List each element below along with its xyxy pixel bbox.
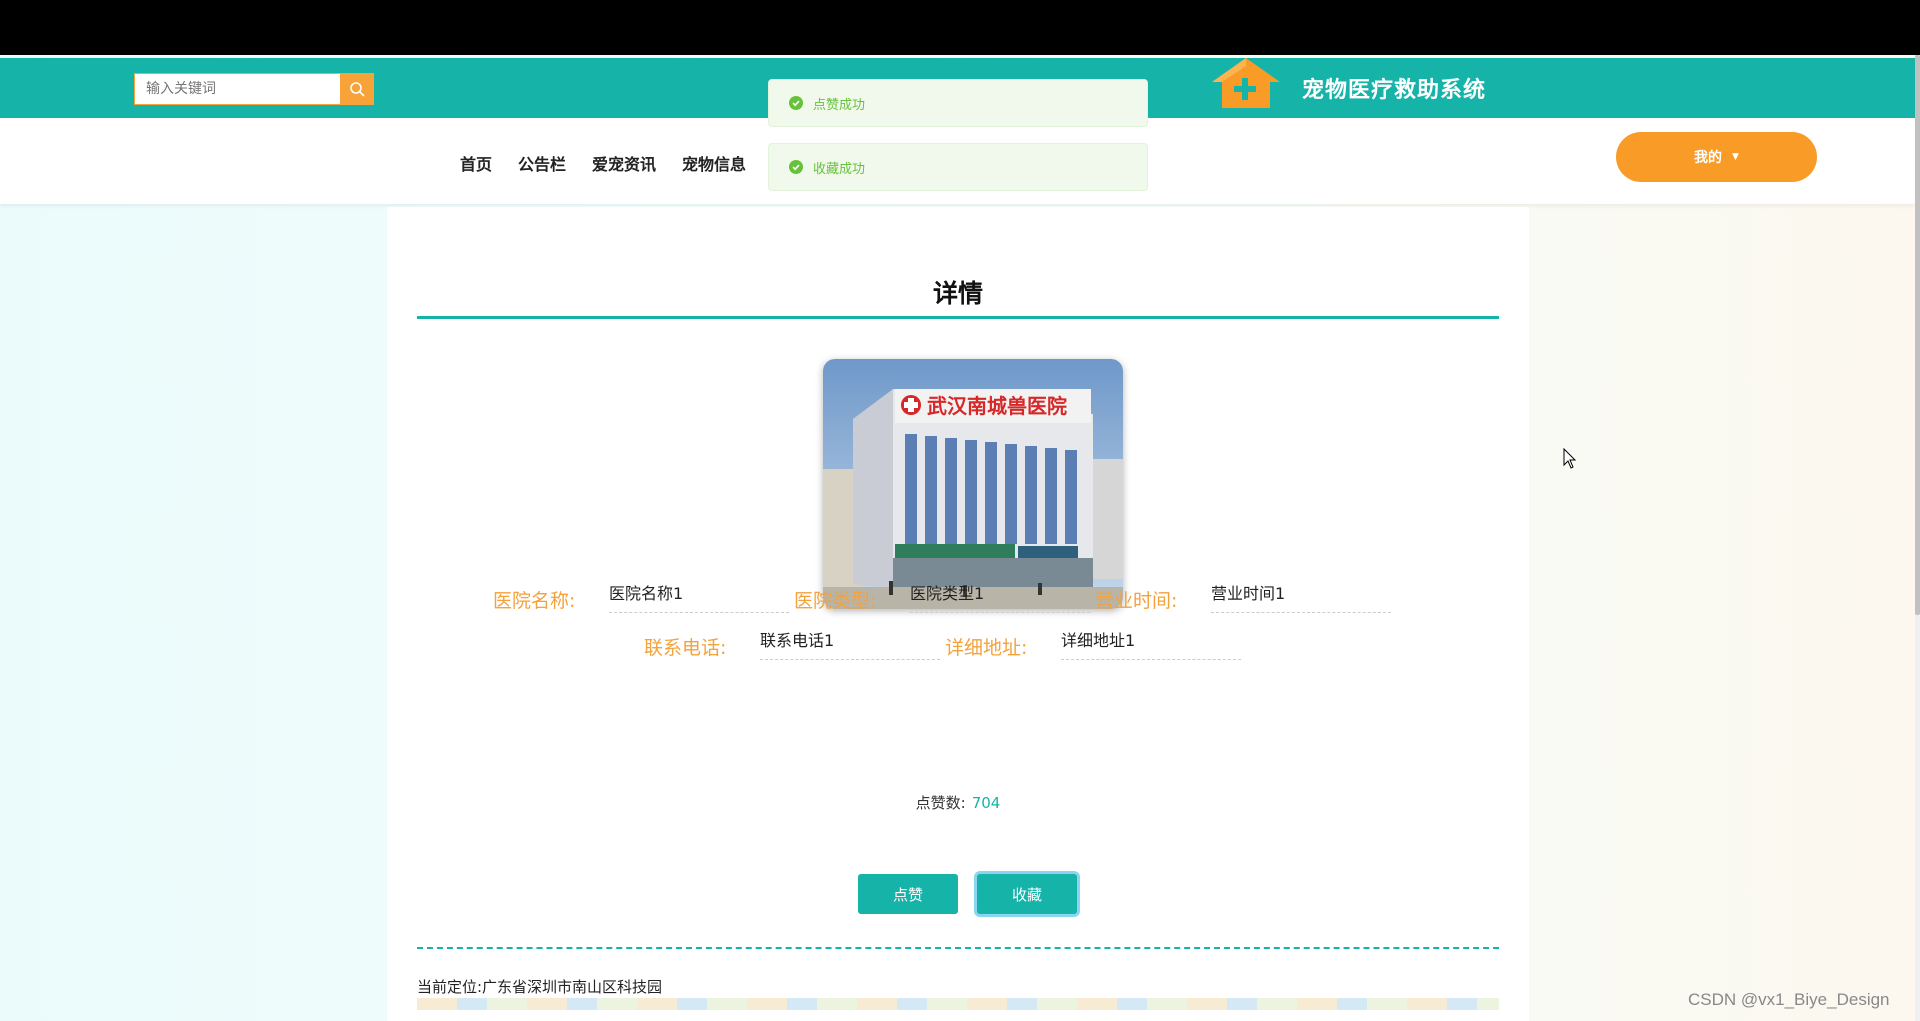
toast-message: 收藏成功 bbox=[813, 161, 866, 177]
site-title: 宠物医疗救助系统 bbox=[1302, 78, 1487, 103]
field-label: 详细地址: bbox=[945, 637, 1028, 659]
title-divider bbox=[417, 316, 1499, 319]
field-value: 详细地址1 bbox=[1061, 627, 1241, 660]
field-label: 医院类型: bbox=[794, 590, 877, 612]
field-business-hours: 营业时间: 营业时间1 bbox=[1095, 580, 1391, 613]
toast-like-success: 点赞成功 bbox=[768, 79, 1148, 127]
my-dropdown-button[interactable]: 我的 ▼ bbox=[1616, 132, 1817, 182]
like-button[interactable]: 点赞 bbox=[858, 874, 958, 914]
search-input[interactable] bbox=[134, 73, 340, 105]
scrollbar[interactable] bbox=[1915, 55, 1920, 1021]
field-label: 营业时间: bbox=[1095, 590, 1178, 612]
map-preview bbox=[417, 998, 1499, 1010]
nav-menu: 首页 公告栏 爱宠资讯 宠物信息 bbox=[460, 151, 746, 175]
search-icon bbox=[350, 82, 365, 97]
field-label: 联系电话: bbox=[644, 637, 727, 659]
watermark: CSDN @vx1_Biye_Design bbox=[1688, 990, 1890, 1009]
favorite-button[interactable]: 收藏 bbox=[977, 874, 1077, 914]
field-value: 营业时间1 bbox=[1211, 580, 1391, 613]
field-value: 医院类型1 bbox=[910, 580, 1090, 613]
mouse-cursor-icon bbox=[1563, 448, 1577, 469]
location-text: 当前定位:广东省深圳市南山区科技园 bbox=[417, 978, 663, 996]
browser-top-bar bbox=[0, 0, 1920, 55]
search-bar bbox=[134, 73, 374, 105]
field-value: 医院名称1 bbox=[609, 580, 789, 613]
like-count-label: 点赞数: bbox=[915, 794, 966, 812]
caret-down-icon: ▼ bbox=[1732, 152, 1739, 162]
photo-sign-text: 武汉南城兽医院 bbox=[927, 394, 1067, 418]
search-button[interactable] bbox=[340, 73, 374, 105]
like-count: 点赞数: 704 bbox=[387, 792, 1529, 813]
check-circle-icon bbox=[789, 96, 803, 110]
like-count-value: 704 bbox=[971, 794, 1001, 812]
page: 宠物医疗救助系统 首页 公告栏 爱宠资讯 宠物信息 我的 ▼ 点赞成功 收藏成功… bbox=[0, 55, 1915, 1021]
my-label: 我的 bbox=[1694, 150, 1723, 166]
section-divider bbox=[417, 947, 1499, 949]
nav-item-pet-info[interactable]: 宠物信息 bbox=[682, 151, 746, 175]
nav-item-news[interactable]: 爱宠资讯 bbox=[592, 151, 656, 175]
field-hospital-name: 医院名称: 医院名称1 bbox=[493, 580, 789, 613]
hospital-photo: 武汉南城兽医院 bbox=[823, 359, 1123, 609]
check-circle-icon bbox=[789, 160, 803, 174]
detail-panel: 详情 武汉南城兽医院 医院名称: 医院名称1 医院类型: 医院类型1 营业时间:… bbox=[387, 207, 1529, 1021]
field-hospital-type: 医院类型: 医院类型1 bbox=[794, 580, 1090, 613]
field-value: 联系电话1 bbox=[760, 627, 940, 660]
field-phone: 联系电话: 联系电话1 bbox=[644, 627, 940, 660]
page-title: 详情 bbox=[932, 279, 983, 308]
toast-favorite-success: 收藏成功 bbox=[768, 143, 1148, 191]
nav-item-home[interactable]: 首页 bbox=[460, 151, 492, 175]
logo-icon bbox=[1212, 58, 1280, 108]
scrollbar-thumb[interactable] bbox=[1915, 55, 1920, 615]
toast-message: 点赞成功 bbox=[813, 97, 866, 113]
nav-item-notice[interactable]: 公告栏 bbox=[518, 151, 566, 175]
field-address: 详细地址: 详细地址1 bbox=[945, 627, 1241, 660]
field-label: 医院名称: bbox=[493, 590, 576, 612]
